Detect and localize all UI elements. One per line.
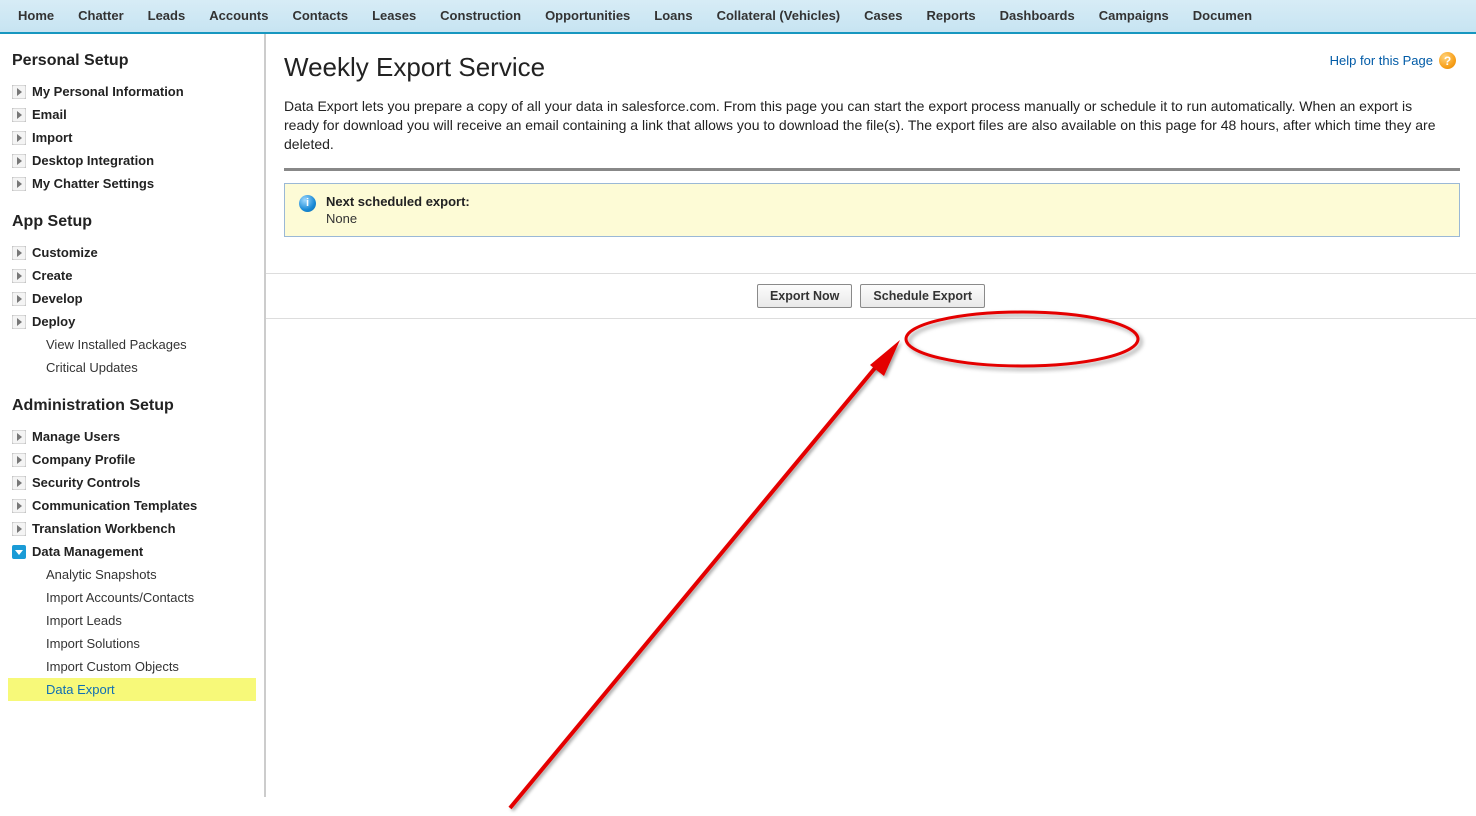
sidebar-section-administration-setup: Administration Setup bbox=[12, 397, 256, 415]
sidebar-item-label: Email bbox=[32, 107, 67, 122]
sidebar-item-create[interactable]: Create bbox=[8, 264, 256, 287]
expand-icon bbox=[12, 85, 26, 99]
sidebar-item-label: Translation Workbench bbox=[32, 521, 176, 536]
expand-icon bbox=[12, 499, 26, 513]
nav-tab-cases[interactable]: Cases bbox=[852, 0, 914, 33]
export-now-button[interactable]: Export Now bbox=[757, 284, 852, 308]
sidebar-item-label: Customize bbox=[32, 245, 98, 260]
sidebar-item-label: My Personal Information bbox=[32, 84, 184, 99]
sidebar-child-view-installed-packages[interactable]: View Installed Packages bbox=[8, 333, 256, 356]
nav-tab-documen[interactable]: Documen bbox=[1181, 0, 1264, 33]
sidebar-child-import-leads[interactable]: Import Leads bbox=[8, 609, 256, 632]
sidebar-item-my-personal-information[interactable]: My Personal Information bbox=[8, 80, 256, 103]
sidebar-item-label: Create bbox=[32, 268, 72, 283]
sidebar-child-data-export[interactable]: Data Export bbox=[8, 678, 256, 701]
sidebar-item-manage-users[interactable]: Manage Users bbox=[8, 425, 256, 448]
nav-tab-campaigns[interactable]: Campaigns bbox=[1087, 0, 1181, 33]
nav-tab-accounts[interactable]: Accounts bbox=[197, 0, 280, 33]
sidebar-item-label: Desktop Integration bbox=[32, 153, 154, 168]
sidebar-child-critical-updates[interactable]: Critical Updates bbox=[8, 356, 256, 379]
expand-icon bbox=[12, 315, 26, 329]
expand-icon bbox=[12, 131, 26, 145]
nav-tab-reports[interactable]: Reports bbox=[914, 0, 987, 33]
expand-icon bbox=[12, 430, 26, 444]
sidebar-item-label: Communication Templates bbox=[32, 498, 197, 513]
next-export-label: Next scheduled export: bbox=[326, 194, 1445, 209]
nav-tab-contacts[interactable]: Contacts bbox=[280, 0, 360, 33]
sidebar-child-analytic-snapshots[interactable]: Analytic Snapshots bbox=[8, 563, 256, 586]
nav-tab-dashboards[interactable]: Dashboards bbox=[988, 0, 1087, 33]
expand-icon bbox=[12, 177, 26, 191]
sidebar-item-label: My Chatter Settings bbox=[32, 176, 154, 191]
nav-tab-leads[interactable]: Leads bbox=[136, 0, 198, 33]
nav-tab-chatter[interactable]: Chatter bbox=[66, 0, 136, 33]
expand-icon bbox=[12, 246, 26, 260]
sidebar-item-data-management[interactable]: Data Management bbox=[8, 540, 256, 563]
sidebar-item-company-profile[interactable]: Company Profile bbox=[8, 448, 256, 471]
nav-tab-opportunities[interactable]: Opportunities bbox=[533, 0, 642, 33]
nav-tab-loans[interactable]: Loans bbox=[642, 0, 704, 33]
page-description: Data Export lets you prepare a copy of a… bbox=[284, 97, 1444, 154]
sidebar-item-customize[interactable]: Customize bbox=[8, 241, 256, 264]
sidebar-child-import-solutions[interactable]: Import Solutions bbox=[8, 632, 256, 655]
sidebar-child-import-accounts-contacts[interactable]: Import Accounts/Contacts bbox=[8, 586, 256, 609]
sidebar-item-translation-workbench[interactable]: Translation Workbench bbox=[8, 517, 256, 540]
page-title: Weekly Export Service bbox=[284, 52, 1460, 83]
section-divider bbox=[284, 168, 1460, 171]
sidebar-item-label: Develop bbox=[32, 291, 83, 306]
nav-tab-construction[interactable]: Construction bbox=[428, 0, 533, 33]
sidebar-item-label: Security Controls bbox=[32, 475, 140, 490]
top-nav: HomeChatterLeadsAccountsContactsLeasesCo… bbox=[0, 0, 1476, 34]
setup-sidebar: Personal Setup My Personal Information Ema… bbox=[0, 34, 266, 797]
sidebar-item-label: Manage Users bbox=[32, 429, 120, 444]
sidebar-item-email[interactable]: Email bbox=[8, 103, 256, 126]
sidebar-item-deploy[interactable]: Deploy bbox=[8, 310, 256, 333]
expand-icon bbox=[12, 108, 26, 122]
sidebar-item-label: Data Management bbox=[32, 544, 143, 559]
expand-icon bbox=[12, 292, 26, 306]
sidebar-item-security-controls[interactable]: Security Controls bbox=[8, 471, 256, 494]
sidebar-item-my-chatter-settings[interactable]: My Chatter Settings bbox=[8, 172, 256, 195]
nav-tab-leases[interactable]: Leases bbox=[360, 0, 428, 33]
help-icon: ? bbox=[1439, 52, 1456, 69]
annotation-arrow bbox=[500, 340, 906, 816]
expand-icon bbox=[12, 522, 26, 536]
sidebar-child-import-custom-objects[interactable]: Import Custom Objects bbox=[8, 655, 256, 678]
sidebar-item-import[interactable]: Import bbox=[8, 126, 256, 149]
sidebar-item-desktop-integration[interactable]: Desktop Integration bbox=[8, 149, 256, 172]
nav-tab-home[interactable]: Home bbox=[6, 0, 66, 33]
info-icon: i bbox=[299, 195, 316, 212]
expand-icon bbox=[12, 476, 26, 490]
nav-tab-collateral-vehicles-[interactable]: Collateral (Vehicles) bbox=[705, 0, 853, 33]
action-button-row: Export Now Schedule Export bbox=[266, 273, 1476, 319]
sidebar-item-label: Company Profile bbox=[32, 452, 135, 467]
sidebar-item-communication-templates[interactable]: Communication Templates bbox=[8, 494, 256, 517]
main-content: Help for this Page ? Weekly Export Servi… bbox=[266, 34, 1476, 797]
sidebar-item-develop[interactable]: Develop bbox=[8, 287, 256, 310]
schedule-export-button[interactable]: Schedule Export bbox=[860, 284, 985, 308]
next-export-value: None bbox=[326, 211, 1445, 226]
help-link-label: Help for this Page bbox=[1330, 53, 1433, 68]
help-for-page-link[interactable]: Help for this Page ? bbox=[1330, 52, 1456, 69]
expand-icon bbox=[12, 453, 26, 467]
sidebar-section-app-setup: App Setup bbox=[12, 213, 256, 231]
next-export-info-box: i Next scheduled export: None bbox=[284, 183, 1460, 237]
sidebar-section-personal-setup: Personal Setup bbox=[12, 52, 256, 70]
expand-icon bbox=[12, 154, 26, 168]
expand-icon bbox=[12, 269, 26, 283]
sidebar-item-label: Deploy bbox=[32, 314, 75, 329]
collapse-icon bbox=[12, 545, 26, 559]
sidebar-item-label: Import bbox=[32, 130, 72, 145]
